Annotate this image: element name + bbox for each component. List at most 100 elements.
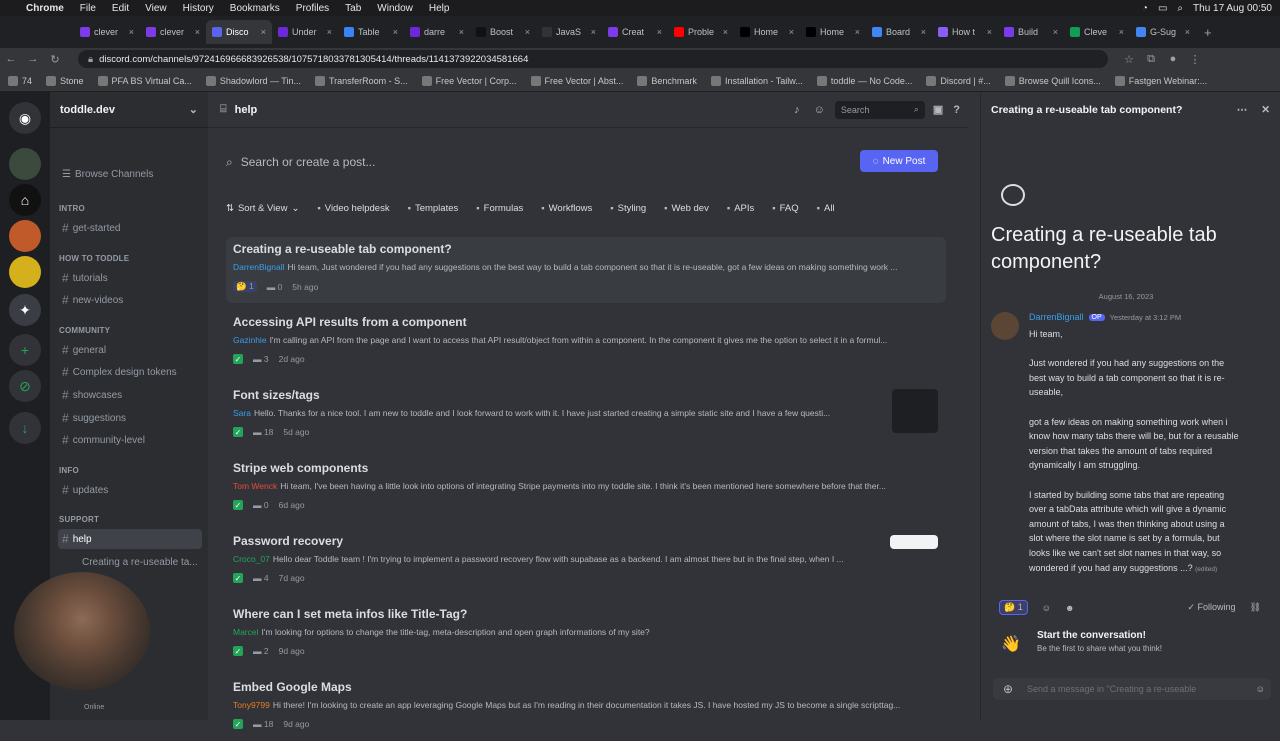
- help-icon[interactable]: ?: [953, 104, 960, 116]
- post-thumbnail[interactable]: [892, 389, 938, 433]
- channel-category[interactable]: INFO: [59, 466, 79, 475]
- extensions-icon[interactable]: ⧉: [1140, 53, 1162, 66]
- tag-filter[interactable]: ▪ Formulas: [476, 203, 523, 214]
- menu-tab[interactable]: Tab: [345, 3, 361, 14]
- close-tab-icon[interactable]: ×: [195, 27, 200, 37]
- menu-help[interactable]: Help: [429, 3, 450, 14]
- close-tab-icon[interactable]: ×: [723, 27, 728, 37]
- browser-tab[interactable]: Proble ×: [668, 20, 734, 44]
- author-name[interactable]: DarrenBignall: [1029, 312, 1084, 322]
- channel-category[interactable]: INTRO: [59, 204, 85, 213]
- tag-filter[interactable]: ▪ FAQ: [772, 203, 798, 214]
- server-icon[interactable]: ✦: [9, 294, 41, 326]
- add-reaction-icon[interactable]: ☺: [1042, 603, 1051, 613]
- close-tab-icon[interactable]: ×: [987, 27, 992, 37]
- close-tab-icon[interactable]: ×: [393, 27, 398, 37]
- close-tab-icon[interactable]: ×: [657, 27, 662, 37]
- avatar[interactable]: [991, 312, 1019, 340]
- menu-view[interactable]: View: [145, 3, 167, 14]
- emoji-icon[interactable]: ☻: [1065, 603, 1074, 613]
- server-icon[interactable]: [9, 220, 41, 252]
- browser-tab[interactable]: G-Sug ×: [1130, 20, 1196, 44]
- sort-view-button[interactable]: ⇅ Sort & View ⌄: [226, 203, 299, 214]
- post-author[interactable]: Sara: [233, 408, 251, 418]
- add-server-icon[interactable]: +: [9, 334, 41, 366]
- bookmark-item[interactable]: toddle — No Code...: [816, 75, 912, 86]
- close-tab-icon[interactable]: ×: [1185, 27, 1190, 37]
- channel-item[interactable]: # updates: [58, 480, 202, 500]
- server-icon[interactable]: [9, 256, 41, 288]
- close-icon[interactable]: ✕: [1261, 104, 1270, 116]
- tag-filter[interactable]: ▪ Templates: [408, 203, 459, 214]
- emoji-picker-icon[interactable]: ☺: [1256, 684, 1265, 694]
- tag-filter[interactable]: ▪ APIs: [727, 203, 754, 214]
- close-tab-icon[interactable]: ×: [327, 27, 332, 37]
- browser-tab[interactable]: darre ×: [404, 20, 470, 44]
- bookmark-item[interactable]: TransferRoom - S...: [314, 75, 408, 86]
- tag-filter[interactable]: ▪ All: [817, 203, 835, 214]
- search-post-input[interactable]: ⌕ Search or create a post...: [226, 149, 966, 175]
- menu-bookmarks[interactable]: Bookmarks: [230, 3, 280, 14]
- close-tab-icon[interactable]: ×: [591, 27, 596, 37]
- post-author[interactable]: DarrenBignall: [233, 262, 285, 272]
- forward-icon[interactable]: →: [22, 53, 44, 65]
- browser-tab[interactable]: Under ×: [272, 20, 338, 44]
- mute-icon[interactable]: ♪: [794, 104, 800, 116]
- url-field[interactable]: 🔒︎ discord.com/channels/97241696668392653…: [78, 50, 1108, 68]
- profile-avatar-icon[interactable]: ●: [1162, 53, 1184, 65]
- more-icon[interactable]: ⋯: [1237, 104, 1248, 116]
- post-author[interactable]: Gazinhie: [233, 335, 267, 345]
- channel-item[interactable]: # help: [58, 529, 202, 549]
- bookmark-item[interactable]: Browse Quill Icons...: [1004, 75, 1101, 86]
- browser-tab[interactable]: Table ×: [338, 20, 404, 44]
- browser-tab[interactable]: Boost ×: [470, 20, 536, 44]
- post-author[interactable]: Tony9799: [233, 700, 270, 710]
- back-icon[interactable]: ←: [0, 53, 22, 65]
- browser-tab[interactable]: Home ×: [734, 20, 800, 44]
- new-tab-icon[interactable]: +: [1204, 25, 1212, 40]
- post-author[interactable]: Croco_07: [233, 554, 270, 564]
- reload-icon[interactable]: ↻: [44, 53, 66, 66]
- channel-item[interactable]: # suggestions: [58, 408, 202, 428]
- bookmark-item[interactable]: PFA BS Virtual Ca...: [97, 75, 192, 86]
- download-icon[interactable]: ↓: [9, 412, 41, 444]
- post-author[interactable]: Tom Wenck: [233, 481, 277, 491]
- close-tab-icon[interactable]: ×: [789, 27, 794, 37]
- bookmark-item[interactable]: Free Vector | Abst...: [530, 75, 623, 86]
- close-tab-icon[interactable]: ×: [1119, 27, 1124, 37]
- channel-category[interactable]: SUPPORT: [59, 515, 99, 524]
- explore-icon[interactable]: ⊘: [9, 370, 41, 402]
- close-tab-icon[interactable]: ×: [459, 27, 464, 37]
- server-icon[interactable]: [9, 148, 41, 180]
- post-card[interactable]: Font sizes/tags Sara Hello. Thanks for a n…: [226, 383, 946, 449]
- browser-tab[interactable]: clever ×: [140, 20, 206, 44]
- browser-tab[interactable]: Creat ×: [602, 20, 668, 44]
- channel-category[interactable]: COMMUNITY: [59, 326, 110, 335]
- post-card[interactable]: Creating a re-useable tab component? Darr…: [226, 237, 946, 303]
- tag-filter[interactable]: ▪ Styling: [610, 203, 646, 214]
- bookmark-item[interactable]: Discord | #...: [926, 75, 991, 86]
- following-button[interactable]: ✓ Following: [1187, 602, 1235, 613]
- menu-kebab-icon[interactable]: ⋮: [1184, 53, 1206, 66]
- browser-tab[interactable]: clever ×: [74, 20, 140, 44]
- browser-tab[interactable]: Board ×: [866, 20, 932, 44]
- post-card[interactable]: Password recovery Croco_07 Hello dear Todd…: [226, 529, 946, 595]
- add-attachment-icon[interactable]: ⊕: [1003, 682, 1013, 696]
- search-icon[interactable]: ⌕: [1177, 3, 1183, 14]
- close-tab-icon[interactable]: ×: [855, 27, 860, 37]
- bookmark-star-icon[interactable]: ☆: [1118, 53, 1140, 66]
- bookmark-item[interactable]: Fastgen Webinar:...: [1114, 75, 1207, 86]
- menu-window[interactable]: Window: [377, 3, 413, 14]
- close-tab-icon[interactable]: ×: [261, 27, 266, 37]
- tag-filter[interactable]: ▪ Video helpdesk: [317, 203, 389, 214]
- channel-item[interactable]: # tutorials: [58, 268, 202, 288]
- menu-edit[interactable]: Edit: [112, 3, 129, 14]
- close-tab-icon[interactable]: ×: [129, 27, 134, 37]
- discord-home-icon[interactable]: ◉: [9, 102, 41, 134]
- browser-tab[interactable]: JavaS ×: [536, 20, 602, 44]
- tag-filter[interactable]: ▪ Workflows: [541, 203, 592, 214]
- menu-history[interactable]: History: [183, 3, 214, 14]
- bookmark-item[interactable]: Benchmark: [637, 75, 697, 86]
- channel-category[interactable]: HOW TO TODDLE: [59, 254, 129, 263]
- post-thumbnail[interactable]: [890, 535, 938, 549]
